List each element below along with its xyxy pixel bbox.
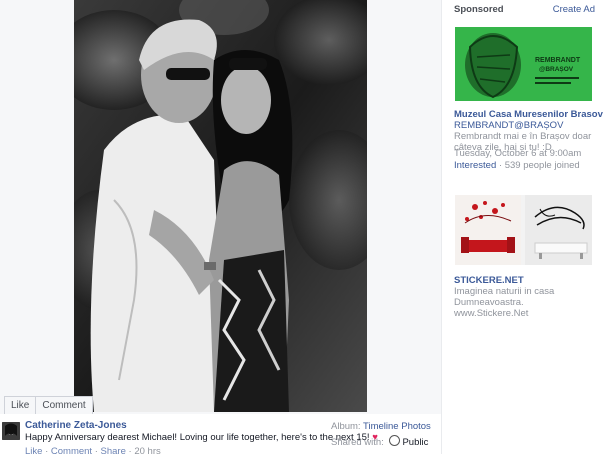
album-info: Album: Timeline Photos bbox=[331, 421, 431, 432]
audience-label[interactable]: Public bbox=[402, 437, 428, 448]
ad-image-text-1: REMBRANDT bbox=[535, 57, 581, 64]
ad2-body: Imaginea naturii in casa Dumneavoastra. … bbox=[454, 286, 555, 319]
ad-image-rembrandt[interactable]: REMBRANDT @BRAȘOV bbox=[455, 27, 592, 101]
photo-actions: Like Comment bbox=[4, 396, 93, 415]
photo-image bbox=[74, 0, 367, 412]
interested-button[interactable]: Interested bbox=[454, 160, 496, 171]
album-label: Album: bbox=[331, 421, 361, 432]
post-timestamp[interactable]: 20 hrs bbox=[134, 446, 160, 457]
ad2-title[interactable]: STICKERE.NET bbox=[454, 275, 524, 286]
ad-image-text-2: @BRAȘOV bbox=[539, 66, 574, 73]
separator: · bbox=[498, 160, 503, 171]
ad1-joined-count: 539 people joined bbox=[504, 160, 580, 171]
author-avatar[interactable] bbox=[2, 422, 20, 440]
album-link[interactable]: Timeline Photos bbox=[363, 421, 431, 432]
post-caption: Happy Anniversary dearest Michael! Lovin… bbox=[25, 432, 378, 443]
ad1-subtitle: REMBRANDT@BRAȘOV bbox=[454, 120, 564, 131]
photo-like-button[interactable]: Like bbox=[4, 396, 37, 415]
right-sidebar: Sponsored Create Ad REMBRANDT @BRAȘOV Mu… bbox=[441, 0, 604, 454]
post-comment-link[interactable]: Comment bbox=[51, 446, 92, 457]
ad-image-stickers[interactable] bbox=[455, 195, 592, 265]
privacy-info: Shared with: Public bbox=[331, 435, 428, 448]
ad-image-stickers-art bbox=[455, 195, 592, 265]
author-name[interactable]: Catherine Zeta-Jones bbox=[25, 420, 127, 431]
ad1-date: Tuesday, October 6 at 9:00am bbox=[454, 148, 582, 159]
ad1-cta-row: Interested · 539 people joined bbox=[454, 160, 580, 171]
caption-text: Happy Anniversary dearest Michael! Lovin… bbox=[25, 432, 370, 443]
shared-label: Shared with: bbox=[331, 437, 384, 448]
separator: · bbox=[94, 446, 98, 457]
post-like-link[interactable]: Like bbox=[25, 446, 42, 457]
ad-image-art: REMBRANDT @BRAȘOV bbox=[455, 27, 592, 101]
globe-icon bbox=[389, 435, 401, 446]
photo-viewer: Like Comment Catherine Zeta-Jones Happy … bbox=[0, 0, 441, 457]
avatar-image bbox=[2, 422, 20, 440]
separator: · bbox=[45, 446, 49, 457]
create-ad-link[interactable]: Create Ad bbox=[553, 4, 595, 15]
photo-comment-button[interactable]: Comment bbox=[36, 396, 93, 415]
separator: · bbox=[128, 446, 132, 457]
photo[interactable] bbox=[74, 0, 367, 412]
sponsored-heading: Sponsored bbox=[454, 4, 504, 15]
post-actions: Like · Comment · Share · 20 hrs bbox=[25, 446, 161, 457]
ad1-title[interactable]: Muzeul Casa Muresenilor Brasov bbox=[454, 109, 603, 120]
post-share-link[interactable]: Share bbox=[101, 446, 126, 457]
